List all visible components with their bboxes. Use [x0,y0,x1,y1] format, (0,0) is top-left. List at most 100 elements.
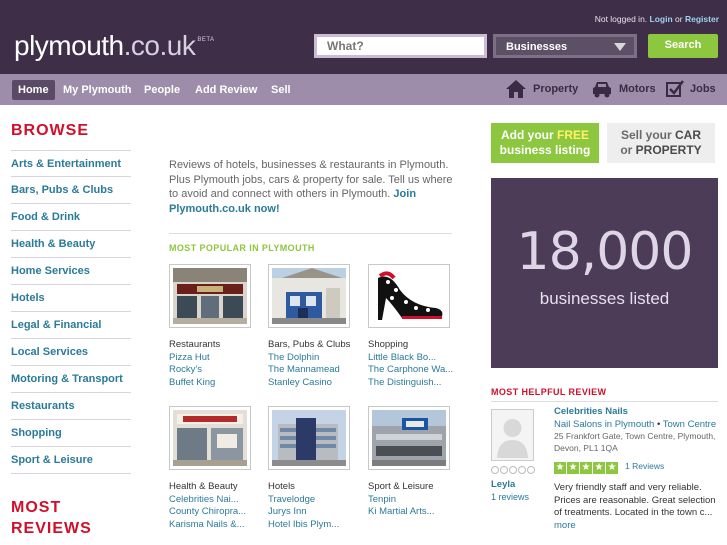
browse-item-legal[interactable]: Legal & Financial [11,312,131,339]
browse-item-hotels[interactable]: Hotels [11,285,131,312]
nav-home[interactable]: Home [12,80,55,100]
cta-green-post: business listing [499,143,591,157]
tile-business-link[interactable]: Ki Martial Arts... [368,506,463,519]
review-rating-count[interactable]: 1 Reviews [625,461,664,471]
intro-text: Reviews of hotels, businesses & restaura… [169,158,459,216]
star-icon: ★ [554,462,566,474]
most-reviews-line1: MOST [11,499,62,516]
sell-button[interactable]: Sell your CAR or PROPERTY [607,123,715,163]
search-placeholder: What? [327,39,364,53]
browse-item-sport[interactable]: Sport & Leisure [11,447,131,474]
avatar[interactable] [491,409,534,461]
salon-photo[interactable] [169,406,251,470]
browse-item-arts[interactable]: Arts & Entertainment [11,150,131,177]
main-nav: Home My Plymouth People Add Review Sell … [0,74,727,105]
cta-green-pre: Add your [500,128,554,142]
tile-business-link[interactable]: Rocky's [169,364,264,377]
tile-business-link[interactable]: The Dolphin [268,352,363,365]
tile-business-link[interactable]: Tenpin [368,494,463,507]
pub-photo[interactable] [268,264,350,328]
tile-business-link[interactable]: The Carphone Wa... [368,364,463,377]
most-reviews-heading: MOST REVIEWS [11,497,92,539]
popular-tile-hotels: Hotels Travelodge Jurys Inn Hotel Ibis P… [268,406,363,531]
browse-item-food[interactable]: Food & Drink [11,204,131,231]
restaurant-photo[interactable] [169,264,251,328]
register-link[interactable]: Register [685,14,719,24]
tile-category: Health & Beauty [169,481,238,492]
site-logo[interactable]: plymouth.co.uk BETA [14,30,215,62]
tile-business-link[interactable]: Karisma Nails &... [169,519,264,532]
tile-business-link[interactable]: Pizza Hut [169,352,264,365]
tile-business-link[interactable]: The Distinguish... [368,377,463,390]
most-reviews-line2: REVIEWS [11,520,92,537]
business-count-label: businesses listed [539,289,670,308]
tile-business-link[interactable]: County Chiropra... [169,506,264,519]
stats-panel: 18,000 businesses listed [491,178,718,368]
nav-my-plymouth[interactable]: My Plymouth [57,80,137,100]
browse-item-home-services[interactable]: Home Services [11,258,131,285]
browse-item-local-services[interactable]: Local Services [11,339,131,366]
category-select[interactable]: Businesses [493,34,637,58]
sport-photo[interactable] [368,406,450,470]
star-icon: ★ [593,462,605,474]
reviewer-name[interactable]: Leyla [491,479,515,490]
popular-tile-health: Health & Beauty Celebrities Nai... Count… [169,406,264,531]
nav-jobs[interactable]: Jobs [666,78,716,100]
category-selected: Businesses [506,41,568,53]
car-icon [593,82,611,98]
popular-tile-sport: Sport & Leisure Tenpin Ki Martial Arts..… [368,406,463,519]
popular-tile-bars: Bars, Pubs & Clubs The Dolphin The Manna… [268,264,363,389]
popular-heading: MOST POPULAR IN PLYMOUTH [169,243,315,253]
auth-status: Not logged in. [594,14,648,24]
checkbox-icon [666,80,684,98]
cta-grey-car: CAR [675,128,702,142]
star-icon: ★ [567,462,579,474]
browse-list: Arts & Entertainment Bars, Pubs & Clubs … [11,150,131,474]
reviewer-review-count[interactable]: 1 reviews [491,492,529,502]
nav-motors[interactable]: Motors [591,78,656,100]
tile-business-link[interactable]: Travelodge [268,494,363,507]
search-button[interactable]: Search [648,34,718,58]
business-count: 18,000 [516,222,694,282]
star-icon: ★ [580,462,592,474]
browse-heading: BROWSE [11,122,89,139]
reviewer-rating [491,465,536,477]
review-heading: MOST HELPFUL REVIEW [491,387,607,397]
review-area-link[interactable]: Town Centre [663,419,716,430]
tile-business-link[interactable]: The Mannamead [268,364,363,377]
shoe-photo[interactable] [368,264,450,328]
review-category-link[interactable]: Nail Salons in Plymouth [554,419,654,430]
browse-item-shopping[interactable]: Shopping [11,420,131,447]
review-address: 25 Frankfort Gate, Town Centre, Plymouth… [554,431,716,453]
tile-business-link[interactable]: Jurys Inn [268,506,363,519]
tile-business-link[interactable]: Buffet King [169,377,264,390]
divider [169,233,452,234]
nav-sell[interactable]: Sell [265,80,297,100]
browse-item-health[interactable]: Health & Beauty [11,231,131,258]
nav-property[interactable]: Property [505,78,578,100]
nav-jobs-label: Jobs [690,83,716,95]
nav-add-review[interactable]: Add Review [189,80,263,100]
logo-main: plymouth [14,30,124,61]
add-listing-button[interactable]: Add your FREE business listing [491,123,599,163]
tile-category: Bars, Pubs & Clubs [268,339,351,350]
login-link[interactable]: Login [650,14,673,24]
review-business-link[interactable]: Celebrities Nails [554,406,628,417]
search-input[interactable]: What? [314,34,487,58]
tile-business-link[interactable]: Hotel Ibis Plym... [268,519,363,532]
browse-item-motoring[interactable]: Motoring & Transport [11,366,131,393]
browse-item-restaurants[interactable]: Restaurants [11,393,131,420]
house-icon [506,80,526,99]
tile-business-link[interactable]: Celebrities Nai... [169,494,264,507]
review-category: Nail Salons in Plymouth • Town Centre [554,419,717,430]
tile-business-link[interactable]: Stanley Casino [268,377,363,390]
review-divider [491,401,718,402]
review-more-link[interactable]: more [554,520,576,531]
star-icon: ★ [606,462,618,474]
hotel-photo[interactable] [268,406,350,470]
nav-people[interactable]: People [138,80,186,100]
site-header: Not logged in. Login or Register plymout… [0,0,727,74]
browse-item-bars[interactable]: Bars, Pubs & Clubs [11,177,131,204]
tile-business-link[interactable]: Little Black Bo... [368,352,463,365]
beta-badge: BETA [197,37,215,43]
